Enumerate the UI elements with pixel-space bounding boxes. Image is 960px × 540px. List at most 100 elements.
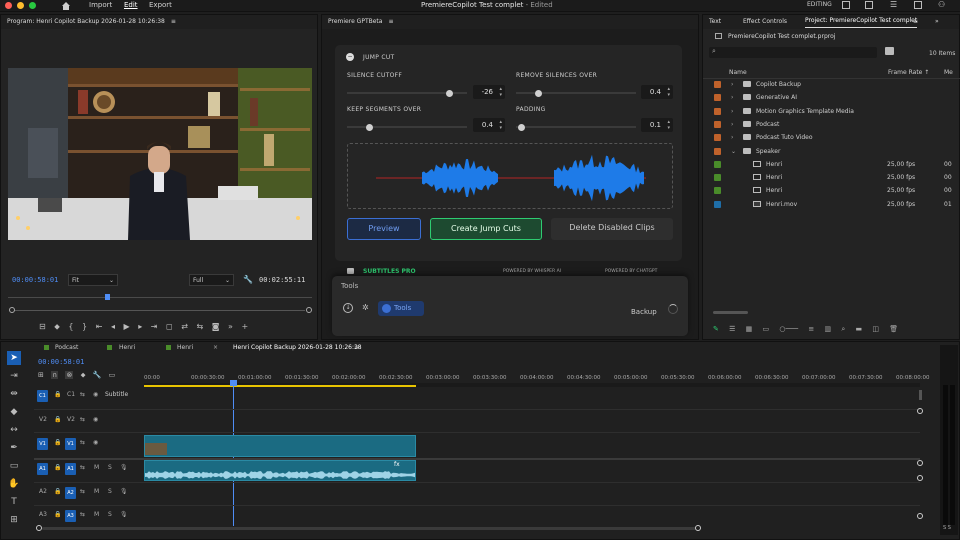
- col-name[interactable]: Name: [729, 69, 747, 76]
- track-scroll-handle[interactable]: [917, 475, 923, 481]
- sync-lock-icon[interactable]: ⇆: [80, 511, 85, 518]
- track-scroll-handle[interactable]: [917, 513, 923, 519]
- project-item[interactable]: › Motion Graphics Template Media: [712, 105, 952, 118]
- project-item[interactable]: Henri 25,00 fps 00: [712, 184, 952, 197]
- mute-button[interactable]: M: [94, 511, 99, 518]
- collapse-icon[interactable]: −: [346, 53, 354, 61]
- captions-icon[interactable]: ▭: [109, 371, 116, 379]
- linked-icon[interactable]: ⊗: [65, 371, 74, 379]
- type-icon[interactable]: T: [7, 495, 21, 509]
- program-timecode[interactable]: 00:00:58:01: [12, 276, 58, 284]
- go-to-in-icon[interactable]: ⇤: [96, 322, 103, 331]
- minimize-window-icon[interactable]: [17, 2, 24, 9]
- track-a2-source[interactable]: A2: [39, 488, 47, 495]
- program-playhead[interactable]: [105, 294, 110, 300]
- share-icon[interactable]: [865, 1, 873, 9]
- mic-icon[interactable]: 🎙: [120, 488, 128, 495]
- new-bin-icon[interactable]: [885, 47, 894, 55]
- play-icon[interactable]: ▶: [124, 322, 130, 331]
- eye-icon[interactable]: ◉: [93, 416, 98, 423]
- more-icon[interactable]: »: [228, 322, 233, 331]
- loop-icon[interactable]: ◻: [166, 322, 173, 331]
- step-forward-icon[interactable]: ▸: [138, 322, 142, 331]
- lock-icon[interactable]: 🔒: [54, 488, 61, 495]
- zoom-bar[interactable]: [15, 310, 305, 311]
- lock-icon[interactable]: 🔒: [54, 416, 61, 423]
- label-color-swatch[interactable]: [714, 94, 721, 102]
- overwrite-icon[interactable]: ⇆: [196, 322, 203, 331]
- track-a3-source[interactable]: A3: [39, 511, 47, 518]
- find-icon[interactable]: ⌕: [841, 325, 845, 333]
- padding-input[interactable]: 0.1 ▴ ▾: [641, 118, 673, 132]
- download-icon[interactable]: ↓: [343, 303, 353, 313]
- project-item[interactable]: Henri.mov 25,00 fps 01: [712, 198, 952, 211]
- sync-lock-icon[interactable]: ⇆: [80, 416, 85, 423]
- padding-slider[interactable]: [516, 123, 636, 131]
- zoom-slider-icon[interactable]: ○───: [779, 325, 798, 333]
- program-scrubber[interactable]: [8, 297, 312, 298]
- col-frame-rate[interactable]: Frame Rate ↑: [888, 69, 929, 76]
- menu-icon[interactable]: ☰: [890, 0, 897, 9]
- in-point-icon[interactable]: {: [68, 322, 73, 331]
- track-select-icon[interactable]: ⇥: [7, 369, 21, 383]
- snap-icon[interactable]: ∩: [51, 371, 59, 379]
- silence-cutoff-knob[interactable]: [446, 89, 453, 97]
- track-scroll-handle[interactable]: [917, 460, 923, 466]
- eye-icon[interactable]: ◉: [93, 391, 98, 398]
- silence-cutoff-input[interactable]: -26 ▴ ▾: [473, 85, 505, 99]
- list-view-icon[interactable]: ☰: [729, 325, 735, 333]
- camera-icon[interactable]: ◙: [212, 322, 220, 331]
- project-item[interactable]: › Copilot Backup: [712, 78, 952, 91]
- timeline-tab-podcast[interactable]: Podcast: [55, 344, 78, 351]
- silence-cutoff-slider[interactable]: [347, 89, 467, 97]
- chevron-right-icon[interactable]: ›: [731, 78, 733, 91]
- padding-knob[interactable]: [517, 123, 525, 131]
- chevron-right-icon[interactable]: ›: [731, 91, 733, 104]
- label-color-swatch[interactable]: [714, 200, 721, 208]
- menu-edit[interactable]: Edit: [124, 0, 138, 10]
- close-window-icon[interactable]: [5, 2, 12, 9]
- caption-icon[interactable]: ⊞: [7, 513, 21, 527]
- label-color-swatch[interactable]: [714, 120, 721, 128]
- mute-button[interactable]: M: [94, 464, 99, 471]
- track-v2-target[interactable]: V2: [39, 416, 47, 423]
- timeline-settings-icon[interactable]: 🔧: [93, 371, 102, 379]
- label-color-swatch[interactable]: [714, 174, 721, 182]
- keep-segments-input[interactable]: 0.4 ▴ ▾: [473, 118, 505, 132]
- solo-button[interactable]: S: [108, 488, 112, 495]
- new-item-icon[interactable]: ◫: [872, 325, 879, 333]
- magic-icon[interactable]: ✲: [362, 303, 372, 313]
- backup-label[interactable]: Backup: [631, 308, 657, 316]
- tab-project[interactable]: Project: PremiereCopilot Test complet: [805, 15, 918, 28]
- go-to-out-icon[interactable]: ⇥: [151, 322, 158, 331]
- preview-button[interactable]: Preview: [347, 218, 421, 240]
- work-area-bar[interactable]: [144, 385, 416, 387]
- label-color-swatch[interactable]: [714, 160, 721, 168]
- out-point-icon[interactable]: }: [82, 322, 87, 331]
- menu-export[interactable]: Export: [149, 0, 172, 10]
- label-color-swatch[interactable]: [714, 147, 721, 155]
- workspaces-icon[interactable]: [842, 1, 850, 9]
- hand-icon[interactable]: ✋: [7, 477, 21, 491]
- freeform-view-icon[interactable]: ▭: [762, 325, 769, 333]
- trash-icon[interactable]: 🗑: [889, 325, 898, 333]
- label-color-swatch[interactable]: [714, 134, 721, 142]
- project-search-input[interactable]: ⌕: [709, 47, 877, 58]
- mic-icon[interactable]: 🎙: [120, 511, 128, 518]
- keep-segments-knob[interactable]: [365, 123, 373, 131]
- track-a1-source[interactable]: A1: [37, 463, 48, 475]
- video-clip[interactable]: [144, 435, 416, 457]
- menu-import[interactable]: Import: [89, 0, 112, 10]
- folder-icon[interactable]: ▬: [855, 325, 862, 333]
- fit-dropdown[interactable]: Fit ⌄: [68, 274, 118, 286]
- pen-icon[interactable]: ✒: [7, 441, 21, 455]
- project-item[interactable]: ⌄ Speaker: [712, 145, 952, 158]
- close-tab-icon[interactable]: ×: [213, 344, 218, 351]
- lift-icon[interactable]: ⊟: [39, 322, 46, 331]
- label-color-swatch[interactable]: [714, 187, 721, 195]
- razor-icon[interactable]: ◆: [7, 405, 21, 419]
- delete-disabled-clips-button[interactable]: Delete Disabled Clips: [551, 218, 673, 240]
- video-frame[interactable]: [8, 68, 312, 240]
- timeline-tab-active[interactable]: Henri Copilot Backup 2026-01-28 10:26:38: [233, 344, 362, 351]
- mute-button[interactable]: M: [94, 488, 99, 495]
